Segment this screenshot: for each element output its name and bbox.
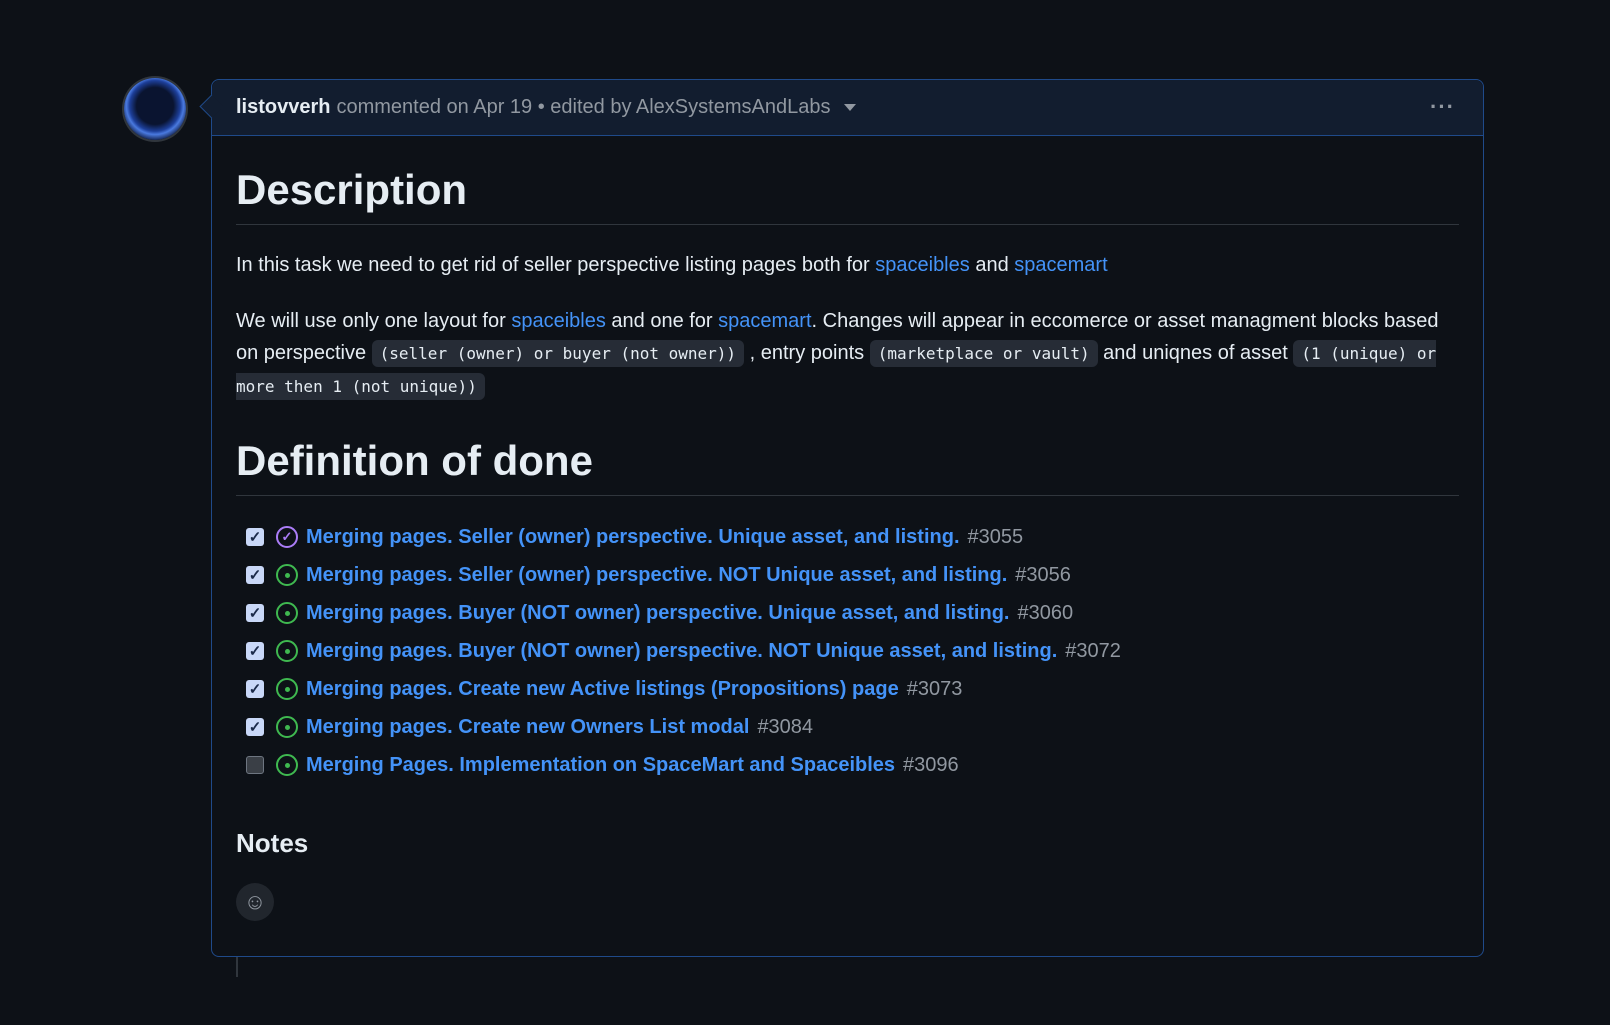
timeline-connector bbox=[236, 957, 238, 977]
text: and one for bbox=[605, 310, 719, 332]
issue-open-icon bbox=[276, 716, 298, 738]
task-checkbox[interactable]: ✓ bbox=[246, 642, 264, 660]
task-issue-link[interactable]: Merging pages. Seller (owner) perspectiv… bbox=[306, 526, 960, 549]
issue-open-icon bbox=[276, 754, 298, 776]
link-spaceibles[interactable]: spaceibles bbox=[875, 254, 970, 276]
text: and bbox=[969, 254, 1015, 276]
comment-header: listovverh commented on Apr 19 • edited … bbox=[199, 80, 1483, 136]
heading-definition-of-done: Definition of done bbox=[236, 437, 1459, 496]
task-issue-number: #3072 bbox=[1065, 639, 1121, 662]
task-checkbox[interactable]: ✓ bbox=[246, 680, 264, 698]
task-issue-link[interactable]: Merging pages. Create new Active listing… bbox=[306, 678, 899, 701]
task-list-item: ✓ Merging pages. Buyer (NOT owner) persp… bbox=[246, 632, 1459, 670]
issue-open-icon bbox=[276, 640, 298, 662]
paragraph-layout: We will use only one layout for spaceibl… bbox=[236, 305, 1459, 403]
task-checkbox[interactable]: ✓ bbox=[246, 566, 264, 584]
heading-notes: Notes bbox=[236, 828, 309, 858]
text: , entry points bbox=[744, 342, 870, 364]
task-checkbox[interactable] bbox=[246, 756, 264, 774]
task-list-item: ✓ Merging pages. Create new Active listi… bbox=[246, 670, 1459, 708]
comment-author-link[interactable]: listovverh bbox=[236, 96, 330, 119]
task-checkbox[interactable]: ✓ bbox=[246, 718, 264, 736]
text: We will use only one layout for bbox=[236, 310, 512, 332]
task-issue-number: #3073 bbox=[906, 677, 963, 700]
task-issue-number: #3096 bbox=[903, 753, 959, 776]
text: and uniqnes of asset bbox=[1097, 342, 1294, 364]
link-spacemart[interactable]: spacemart bbox=[1014, 254, 1107, 276]
kebab-horizontal-icon[interactable]: ··· bbox=[1430, 94, 1455, 120]
task-issue-link[interactable]: Merging pages. Buyer (NOT owner) perspec… bbox=[306, 602, 1009, 625]
heading-description: Description bbox=[236, 136, 1459, 225]
task-list: ✓ ✓ Merging pages. Seller (owner) perspe… bbox=[246, 518, 1459, 784]
task-list-item: Merging Pages. Implementation on SpaceMa… bbox=[246, 746, 1459, 784]
paragraph-intro: In this task we need to get rid of selle… bbox=[236, 249, 1459, 281]
inline-code-perspective: (seller (owner) or buyer (not owner)) bbox=[371, 340, 745, 367]
task-issue-link[interactable]: Merging pages. Buyer (NOT owner) perspec… bbox=[306, 640, 1057, 663]
task-issue-number: #3056 bbox=[1015, 563, 1071, 586]
task-list-item: ✓ Merging pages. Create new Owners List … bbox=[246, 708, 1459, 746]
link-spacemart[interactable]: spacemart bbox=[718, 310, 811, 332]
task-checkbox[interactable]: ✓ bbox=[246, 604, 264, 622]
comment-pointer bbox=[199, 94, 224, 119]
task-issue-number: #3084 bbox=[757, 715, 814, 738]
comment-meta: commented on Apr 19 • edited by AlexSyst… bbox=[336, 96, 831, 118]
issue-open-icon bbox=[276, 602, 298, 624]
issue-open-icon bbox=[276, 678, 298, 700]
task-issue-number: #3055 bbox=[967, 525, 1024, 548]
task-list-item: ✓ Merging pages. Seller (owner) perspect… bbox=[246, 556, 1459, 594]
smiley-icon[interactable]: ☺ bbox=[236, 883, 274, 921]
task-checkbox[interactable]: ✓ bbox=[246, 528, 264, 546]
task-list-item: ✓ ✓ Merging pages. Seller (owner) perspe… bbox=[246, 518, 1459, 556]
issue-comment: listovverh commented on Apr 19 • edited … bbox=[199, 79, 1484, 957]
task-issue-link[interactable]: Merging Pages. Implementation on SpaceMa… bbox=[306, 754, 895, 777]
issue-closed-icon: ✓ bbox=[276, 526, 298, 548]
comment-body: Description In this task we need to get … bbox=[212, 136, 1483, 921]
issue-open-icon bbox=[276, 564, 298, 586]
task-list-item: ✓ Merging pages. Buyer (NOT owner) persp… bbox=[246, 594, 1459, 632]
text: In this task we need to get rid of selle… bbox=[236, 254, 876, 276]
task-issue-link[interactable]: Merging pages. Create new Owners List mo… bbox=[306, 716, 749, 739]
task-issue-link[interactable]: Merging pages. Seller (owner) perspectiv… bbox=[306, 564, 1007, 587]
task-issue-number: #3060 bbox=[1017, 601, 1074, 624]
chevron-down-icon[interactable] bbox=[844, 104, 857, 111]
link-spaceibles[interactable]: spaceibles bbox=[511, 310, 606, 332]
avatar[interactable] bbox=[124, 78, 186, 140]
inline-code-entry-points: (marketplace or vault) bbox=[869, 340, 1098, 367]
